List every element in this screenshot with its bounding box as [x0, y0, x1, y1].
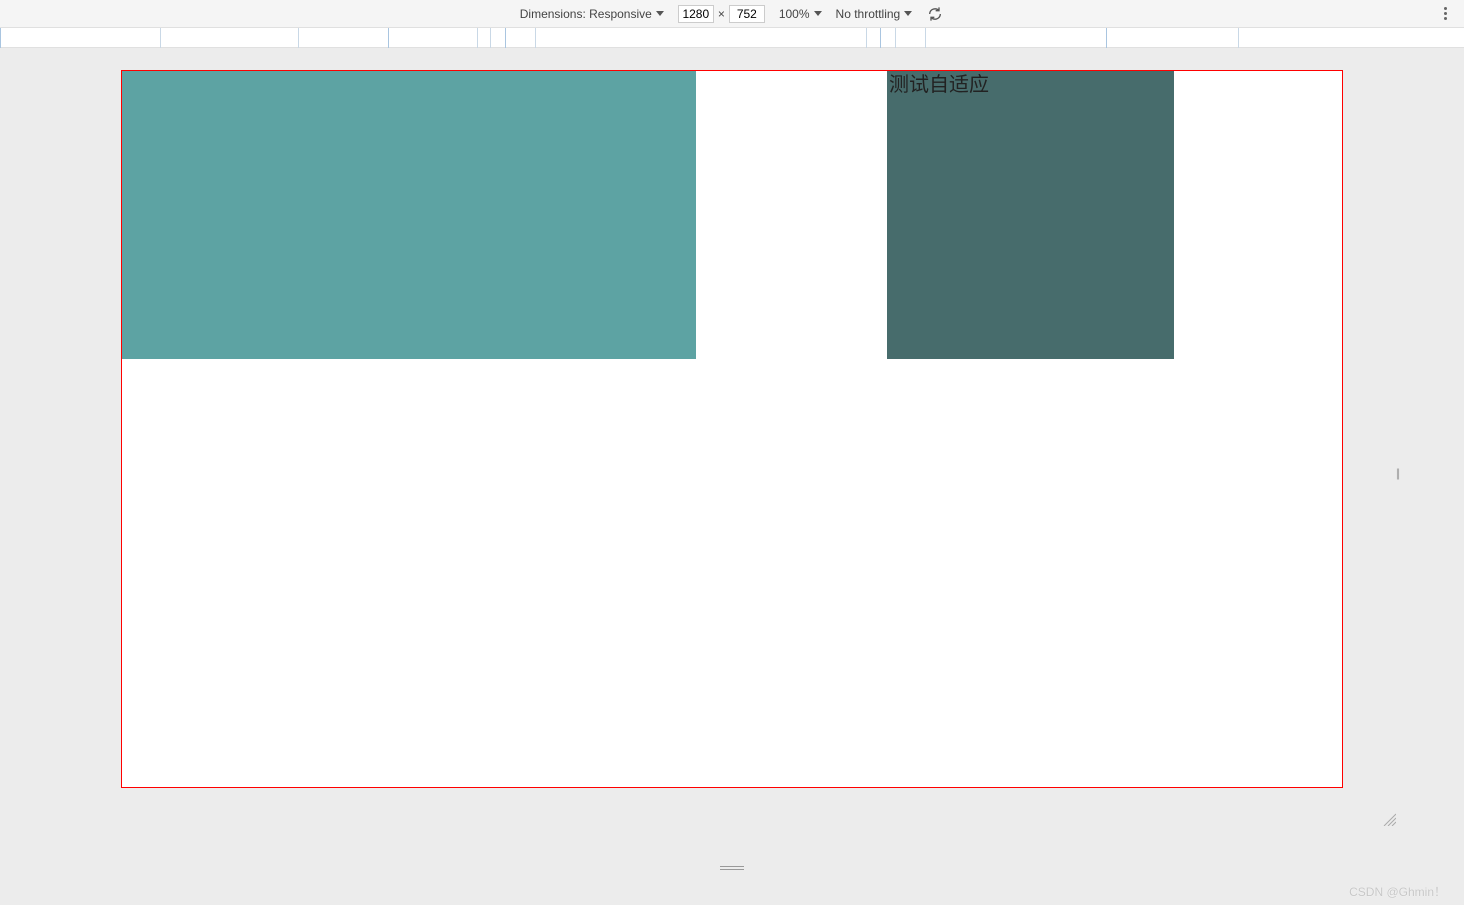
- dimension-separator: ×: [718, 7, 725, 21]
- chevron-down-icon: [814, 11, 822, 16]
- throttling-label: No throttling: [836, 7, 901, 21]
- toolbar-inner: Dimensions: Responsive × 100% No throttl…: [520, 5, 944, 23]
- dimensions-dropdown[interactable]: Dimensions: Responsive: [520, 7, 664, 21]
- breakpoint-ruler[interactable]: [0, 28, 1464, 48]
- viewport-area: 测试自适应 ||: [0, 48, 1464, 859]
- ruler-tick: [925, 28, 926, 48]
- block-b-text: 测试自适应: [889, 74, 989, 96]
- zoom-label: 100%: [779, 7, 810, 21]
- watermark-bar: CSDN @Ghmin！: [0, 877, 1464, 905]
- panel-drag-bar[interactable]: [0, 859, 1464, 877]
- resize-handle-corner[interactable]: [1382, 812, 1396, 831]
- dimensions-label: Dimensions: Responsive: [520, 7, 652, 21]
- content-block-a: [122, 71, 696, 359]
- width-input[interactable]: [678, 5, 714, 23]
- ruler-tick: [866, 28, 867, 48]
- ruler-tick: [880, 28, 881, 48]
- chevron-down-icon: [656, 11, 664, 16]
- more-options-button[interactable]: [1436, 4, 1454, 22]
- dimension-inputs: ×: [678, 5, 765, 23]
- ruler-tick: [298, 28, 299, 48]
- height-input[interactable]: [729, 5, 765, 23]
- ruler-tick: [388, 28, 389, 48]
- chevron-down-icon: [904, 11, 912, 16]
- drag-grip-icon: [720, 866, 744, 870]
- content-block-b: 测试自适应: [887, 71, 1174, 359]
- zoom-dropdown[interactable]: 100%: [779, 7, 822, 21]
- ruler-tick: [535, 28, 536, 48]
- resize-handle-right[interactable]: ||: [1392, 458, 1402, 488]
- watermark-text: CSDN @Ghmin！: [1349, 883, 1446, 900]
- ruler-tick: [160, 28, 161, 48]
- device-toolbar: Dimensions: Responsive × 100% No throttl…: [0, 0, 1464, 28]
- ruler-tick: [490, 28, 491, 48]
- rotate-icon[interactable]: [926, 5, 944, 23]
- ruler-tick: [1106, 28, 1107, 48]
- throttling-dropdown[interactable]: No throttling: [836, 7, 913, 21]
- ruler-tick: [895, 28, 896, 48]
- ruler-tick: [0, 28, 1, 48]
- ruler-tick: [477, 28, 478, 48]
- device-frame: 测试自适应: [121, 70, 1343, 788]
- ruler-tick: [1238, 28, 1239, 48]
- ruler-tick: [505, 28, 506, 48]
